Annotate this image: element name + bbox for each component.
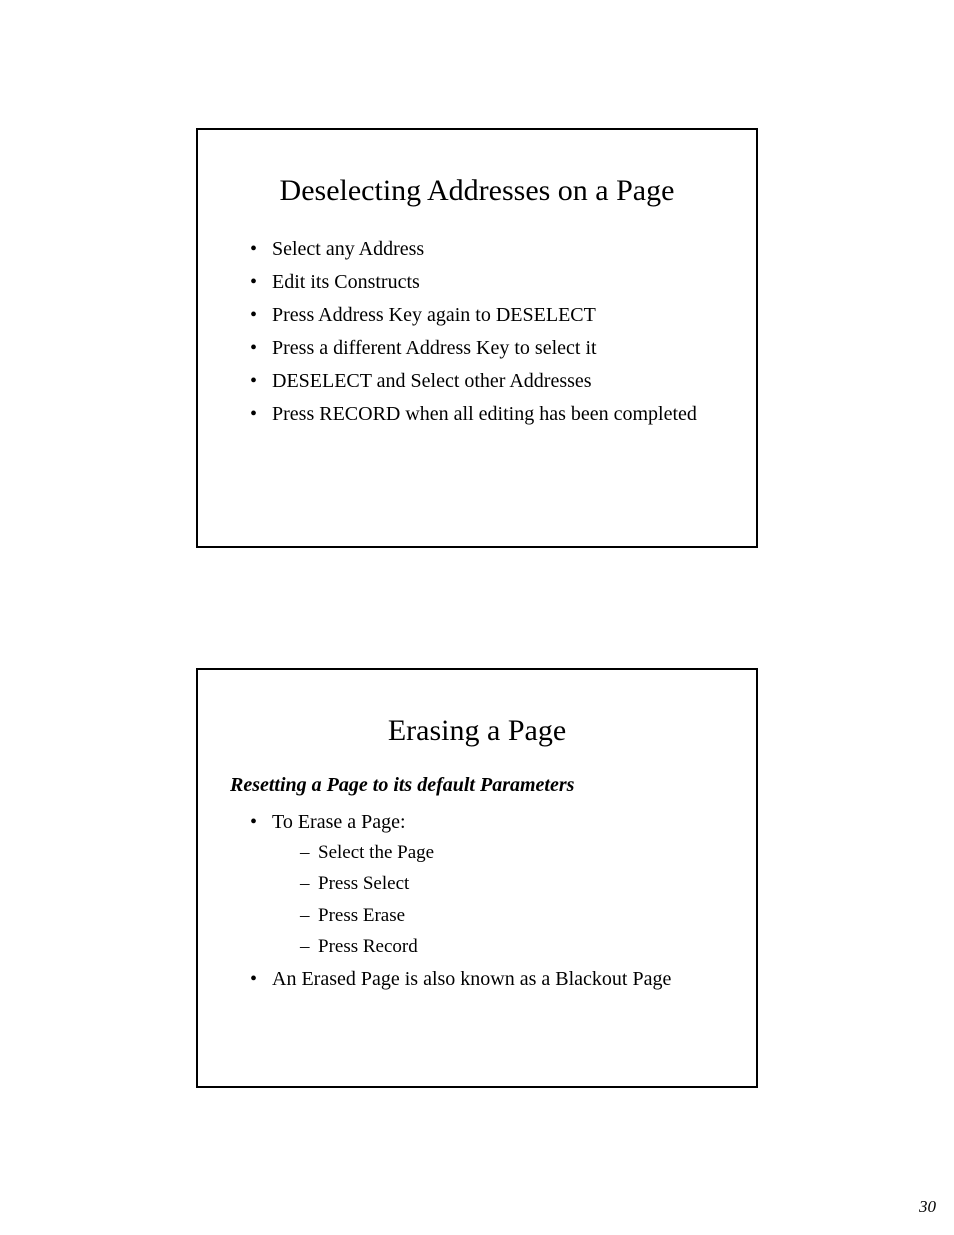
sub-item: Press Select — [300, 869, 726, 898]
sub-item: Select the Page — [300, 838, 726, 867]
sub-list: Select the Page Press Select Press Erase… — [272, 838, 726, 962]
slide-title: Deselecting Addresses on a Page — [228, 174, 726, 208]
bullet-item: To Erase a Page: Select the Page Press S… — [250, 807, 726, 962]
bullet-text: To Erase a Page: — [272, 811, 406, 833]
bullet-item: Press a different Address Key to select … — [250, 333, 726, 364]
bullet-list: Select any Address Edit its Constructs P… — [228, 234, 726, 430]
slide-subtitle: Resetting a Page to its default Paramete… — [230, 774, 726, 797]
slide-deselecting: Deselecting Addresses on a Page Select a… — [196, 128, 758, 548]
sub-item: Press Record — [300, 932, 726, 961]
bullet-item: Press Address Key again to DESELECT — [250, 300, 726, 331]
sub-item: Press Erase — [300, 901, 726, 930]
bullet-list: To Erase a Page: Select the Page Press S… — [228, 807, 726, 995]
bullet-item: An Erased Page is also known as a Blacko… — [250, 964, 726, 995]
bullet-item: Edit its Constructs — [250, 267, 726, 298]
bullet-item: Select any Address — [250, 234, 726, 265]
slide-title: Erasing a Page — [228, 714, 726, 748]
page: Deselecting Addresses on a Page Select a… — [0, 0, 954, 1235]
slide-erasing: Erasing a Page Resetting a Page to its d… — [196, 668, 758, 1088]
bullet-item: Press RECORD when all editing has been c… — [250, 399, 726, 430]
page-number: 30 — [919, 1197, 936, 1217]
bullet-item: DESELECT and Select other Addresses — [250, 366, 726, 397]
